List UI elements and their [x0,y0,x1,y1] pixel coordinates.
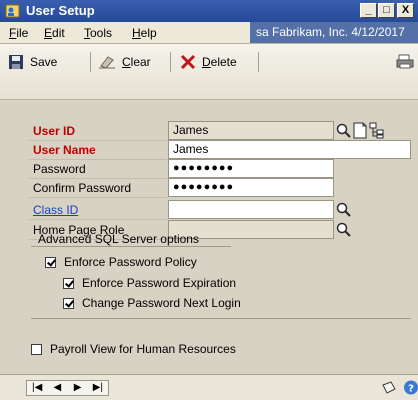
enforce-password-expiration-checkbox[interactable]: Enforce Password Expiration [63,276,236,290]
payroll-view-label: Payroll View for Human Resources [50,342,236,356]
sql-options-divider [31,246,231,247]
next-record-button[interactable]: ▶ [70,381,86,395]
delete-accel: D [202,55,211,69]
svg-text:?: ? [408,384,414,395]
delete-x-icon [180,54,196,70]
company-date-status: sa Fabrikam, Inc. 4/12/2017 [250,22,418,43]
menu-help[interactable]: Help [132,26,157,40]
delete-button[interactable]: Delete [180,52,237,72]
enforce-password-policy-label: Enforce Password Policy [64,255,197,269]
checkbox-checked[interactable] [45,256,56,268]
menu-file[interactable]: File [9,26,28,40]
enforce-password-expiration-label: Enforce Password Expiration [82,276,237,290]
user-name-field[interactable]: James [168,140,411,159]
change-password-next-login-label: Change Password Next Login [82,296,241,310]
menu-tools[interactable]: Tools [84,26,112,40]
checkbox-unchecked[interactable] [31,343,42,355]
toolbar-separator [170,52,171,72]
last-record-button[interactable]: ▶| [90,381,106,395]
checkbox-checked[interactable] [63,297,74,309]
toolbar-separator [90,52,91,72]
user-id-row: User ID James [29,121,411,141]
save-icon [9,55,23,69]
title-bar: User Setup _ □ X [0,0,418,22]
confirm-password-row: Confirm Password ●●●●●●●● [29,178,411,198]
menu-edit[interactable]: Edit [44,26,65,40]
password-row: Password ●●●●●●●● [29,159,411,179]
toolbar-separator [258,52,259,72]
close-button[interactable]: X [397,3,414,18]
previous-record-button[interactable]: ◀ [49,381,65,395]
record-navigator: |◀ ◀ ▶ ▶| [26,380,109,396]
eraser-icon [99,56,115,69]
save-label: Save [30,55,58,69]
hierarchy-icon[interactable] [369,122,385,139]
user-id-label: User ID [29,121,167,141]
user-setup-app-icon [5,4,20,18]
class-id-row: Class ID [29,200,411,220]
note-icon[interactable] [352,122,368,139]
first-record-button[interactable]: |◀ [29,381,45,395]
user-name-label: User Name [29,140,167,160]
toolbar: Save Clear Delete [0,44,418,100]
password-field[interactable]: ●●●●●●●● [168,159,334,178]
print-icon[interactable] [396,54,414,70]
status-bar: |◀ ◀ ▶ ▶| ? [0,374,418,400]
confirm-password-field[interactable]: ●●●●●●●● [168,178,334,197]
save-button[interactable]: Save [8,52,57,72]
sql-options-frame-bottom [31,318,411,319]
clear-label: lear [130,55,151,69]
window-title: User Setup [26,3,95,18]
confirm-password-label: Confirm Password [29,178,167,198]
enforce-password-policy-checkbox[interactable]: Enforce Password Policy [45,255,197,269]
user-name-row: User Name James [29,140,411,160]
payroll-view-checkbox[interactable]: Payroll View for Human Resources [31,342,236,356]
home-page-role-lookup-icon[interactable] [335,220,353,239]
class-id-field[interactable] [168,200,334,219]
note-pad-icon[interactable] [381,380,397,396]
change-password-next-login-checkbox[interactable]: Change Password Next Login [63,296,241,310]
help-icon[interactable]: ? [403,379,418,396]
user-id-field[interactable]: James [168,121,334,140]
class-id-lookup-icon[interactable] [335,200,353,219]
maximize-button[interactable]: □ [378,3,395,18]
clear-button[interactable]: Clear [98,52,151,72]
menu-bar: File Edit Tools Help sa Fabrikam, Inc. 4… [0,22,418,44]
checkbox-checked[interactable] [63,277,74,289]
password-label: Password [29,159,167,179]
user-id-lookup-icon[interactable] [335,121,353,140]
delete-label: elete [210,55,237,69]
sql-options-title: Advanced SQL Server options [38,232,199,246]
class-id-link[interactable]: Class ID [29,200,167,220]
clear-accel: C [122,55,131,69]
minimize-button[interactable]: _ [360,3,377,18]
